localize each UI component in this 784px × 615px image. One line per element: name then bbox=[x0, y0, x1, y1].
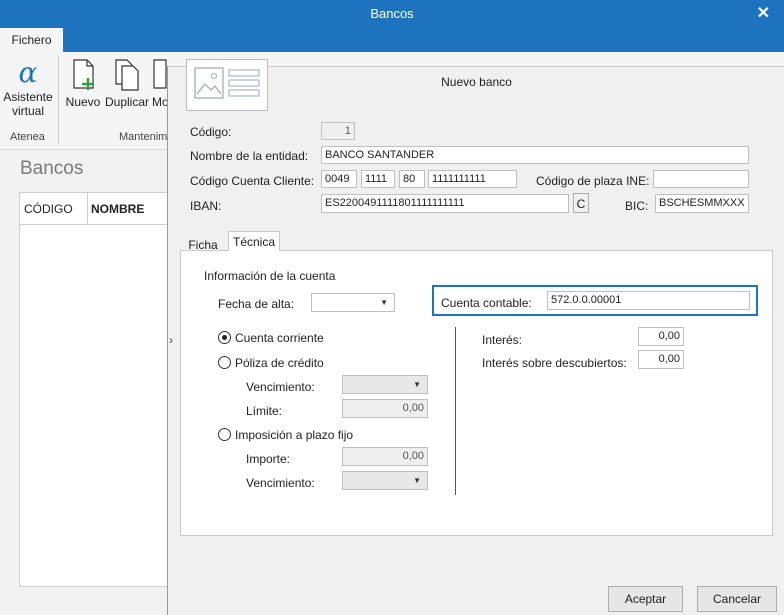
document-icon bbox=[153, 59, 167, 89]
ccc-label: Código Cuenta Cliente: bbox=[190, 174, 315, 188]
asistente-virtual-button[interactable]: α Asistente virtual bbox=[2, 56, 54, 118]
plaza-label: Código de plaza INE: bbox=[536, 174, 650, 188]
modificar-label: Mo bbox=[152, 95, 168, 109]
cuenta-contable-group: Cuenta contable: 572.0.0.00001 bbox=[432, 285, 758, 316]
collapse-arrow-icon[interactable]: › bbox=[169, 333, 173, 347]
vertical-divider bbox=[455, 327, 456, 495]
nuevo-button[interactable]: Nuevo bbox=[64, 58, 102, 109]
page-title: Bancos bbox=[20, 158, 84, 179]
bic-field[interactable]: BSCHESMMXXX bbox=[655, 194, 749, 213]
tab-fichero[interactable]: Fichero bbox=[0, 28, 63, 52]
ribbon-tab-row bbox=[0, 28, 784, 52]
column-codigo[interactable]: CÓDIGO bbox=[24, 202, 73, 216]
close-icon[interactable]: ✕ bbox=[757, 3, 770, 23]
info-cuenta-header: Información de la cuenta bbox=[204, 269, 336, 283]
limite-field[interactable]: 0,00 bbox=[342, 399, 428, 418]
limite-label: Límite: bbox=[246, 404, 283, 418]
image-placeholder-icon bbox=[194, 67, 260, 99]
radio-poliza-credito[interactable] bbox=[218, 356, 231, 369]
fecha-alta-dropdown[interactable]: ▼ bbox=[311, 293, 395, 312]
duplicar-button[interactable]: Duplicar bbox=[104, 58, 150, 109]
nombre-field[interactable]: BANCO SANTANDER bbox=[321, 146, 749, 164]
cuenta-contable-label: Cuenta contable: bbox=[441, 296, 532, 310]
cancelar-button[interactable]: Cancelar bbox=[697, 586, 777, 612]
interes-field[interactable]: 0,00 bbox=[638, 327, 684, 346]
ccc-cuenta-field[interactable]: 1111111111 bbox=[428, 170, 517, 188]
tab-tecnica[interactable]: Técnica bbox=[228, 231, 280, 251]
radio-imposicion-plazo[interactable] bbox=[218, 428, 231, 441]
nombre-label: Nombre de la entidad: bbox=[190, 149, 309, 163]
importe-field[interactable]: 0,00 bbox=[342, 447, 428, 466]
group-atenea: Atenea bbox=[10, 131, 45, 143]
modificar-button[interactable]: Mo bbox=[152, 58, 168, 109]
nuevo-banco-dialog: Nuevo banco Código: 1 Nombre de la entid… bbox=[167, 59, 784, 615]
chevron-down-icon: ▼ bbox=[380, 298, 388, 307]
interes-descubiertos-field[interactable]: 0,00 bbox=[638, 350, 684, 369]
ccc-dc-field[interactable]: 80 bbox=[399, 170, 425, 188]
ribbon-separator bbox=[58, 56, 59, 144]
cuenta-contable-field[interactable]: 572.0.0.00001 bbox=[547, 291, 750, 310]
window-title: Bancos bbox=[370, 6, 414, 21]
ccc-entidad-field[interactable]: 0049 bbox=[321, 170, 357, 188]
cuenta-corriente-label[interactable]: Cuenta corriente bbox=[235, 331, 324, 345]
iban-label: IBAN: bbox=[190, 199, 222, 213]
importe-label: Importe: bbox=[246, 452, 291, 466]
column-nombre[interactable]: NOMBRE bbox=[91, 202, 144, 216]
grid-header: CÓDIGO NOMBRE bbox=[20, 193, 170, 225]
chevron-down-icon: ▼ bbox=[413, 476, 421, 485]
tecnica-panel: Información de la cuenta Fecha de alta: … bbox=[180, 250, 773, 536]
ccc-oficina-field[interactable]: 1111 bbox=[361, 170, 395, 188]
plaza-field[interactable] bbox=[653, 170, 749, 188]
radio-cuenta-corriente[interactable] bbox=[218, 331, 231, 344]
fecha-alta-label: Fecha de alta: bbox=[218, 297, 295, 311]
nuevo-label: Nuevo bbox=[65, 95, 101, 109]
bancos-grid[interactable]: CÓDIGO NOMBRE bbox=[19, 192, 170, 587]
new-document-icon bbox=[73, 59, 94, 90]
codigo-label: Código: bbox=[190, 125, 232, 139]
iban-calc-button[interactable]: C bbox=[573, 193, 589, 213]
chevron-down-icon: ▼ bbox=[413, 380, 421, 389]
alpha-icon: α bbox=[18, 56, 38, 89]
duplicate-icon bbox=[115, 59, 139, 91]
bank-image-placeholder[interactable] bbox=[186, 59, 268, 111]
imposicion-plazo-label[interactable]: Imposición a plazo fijo bbox=[235, 428, 353, 442]
group-mantenimiento: Mantenim bbox=[119, 131, 168, 143]
aceptar-button[interactable]: Aceptar bbox=[608, 586, 683, 612]
iban-field[interactable]: ES2200491111801111111111 bbox=[321, 194, 569, 213]
vencimiento2-label: Vencimiento: bbox=[246, 476, 315, 490]
column-divider bbox=[87, 193, 88, 225]
asistente-label: Asistente virtual bbox=[3, 90, 53, 118]
tab-ficha[interactable]: Ficha bbox=[180, 235, 226, 252]
vencimiento-dropdown[interactable]: ▼ bbox=[342, 375, 428, 394]
vencimiento-label: Vencimiento: bbox=[246, 380, 315, 394]
codigo-field[interactable]: 1 bbox=[321, 122, 355, 140]
poliza-credito-label[interactable]: Póliza de crédito bbox=[235, 356, 324, 370]
interes-descubiertos-label: Interés sobre descubiertos: bbox=[482, 356, 627, 370]
title-bar: Bancos ✕ bbox=[0, 0, 784, 28]
interes-label: Interés: bbox=[482, 333, 523, 347]
vencimiento2-dropdown[interactable]: ▼ bbox=[342, 471, 428, 490]
bic-label: BIC: bbox=[625, 199, 649, 213]
duplicar-label: Duplicar bbox=[104, 95, 149, 109]
